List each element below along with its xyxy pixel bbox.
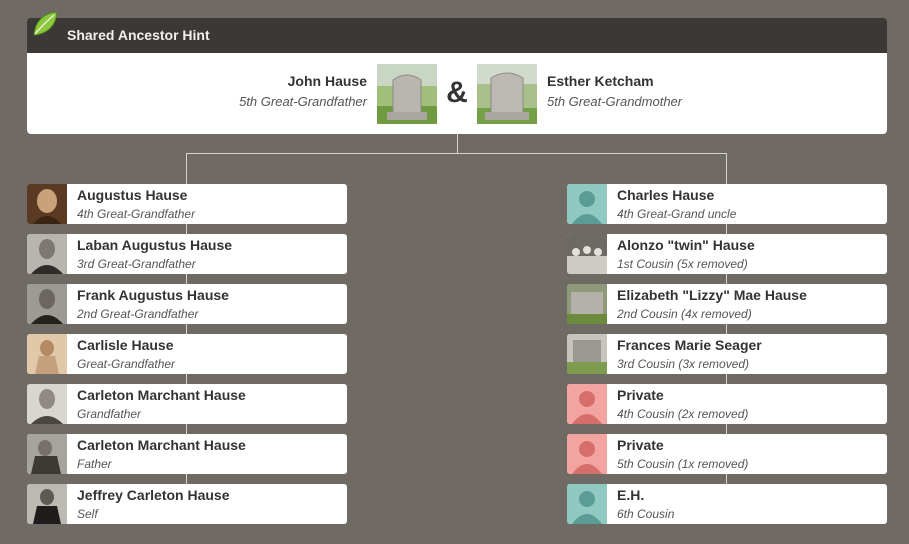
person-relation: Self: [77, 507, 98, 521]
person-photo: [27, 234, 67, 274]
person-photo: [27, 384, 67, 424]
ancestor-right[interactable]: Esther Ketcham 5th Great-Grandmother: [547, 73, 682, 109]
silhouette-icon: [567, 184, 607, 224]
person-relation: 6th Cousin: [617, 507, 675, 521]
person-name: Augustus Hause: [77, 187, 188, 203]
person-name: Frank Augustus Hause: [77, 287, 229, 303]
person-card[interactable]: Carlisle Hause Great-Grandfather: [27, 334, 347, 374]
person-photo: [27, 484, 67, 524]
silhouette-icon: [567, 484, 607, 524]
person-name: Jeffrey Carleton Hause: [77, 487, 230, 503]
person-photo: [27, 284, 67, 324]
person-card[interactable]: Private 4th Cousin (2x removed): [567, 384, 887, 424]
person-name: Frances Marie Seager: [617, 337, 762, 353]
person-relation: 2nd Cousin (4x removed): [617, 307, 752, 321]
person-relation: Father: [77, 457, 112, 471]
tree-connector-bar: [186, 153, 727, 154]
shared-ancestor-couple: John Hause 5th Great-Grandfather & Esthe…: [27, 53, 887, 134]
person-name: Laban Augustus Hause: [77, 237, 233, 253]
person-relation: 3rd Great-Grandfather: [77, 257, 196, 271]
person-relation: 3rd Cousin (3x removed): [617, 357, 750, 371]
ancestor-left-photo[interactable]: [377, 64, 437, 124]
couple-connector: &: [446, 76, 468, 109]
person-card[interactable]: Laban Augustus Hause 3rd Great-Grandfath…: [27, 234, 347, 274]
person-card[interactable]: Alonzo "twin" Hause 1st Cousin (5x remov…: [567, 234, 887, 274]
person-relation: 5th Cousin (1x removed): [617, 457, 749, 471]
panel-header: Shared Ancestor Hint: [27, 18, 887, 53]
panel-title: Shared Ancestor Hint: [67, 27, 210, 43]
person-relation: Great-Grandfather: [77, 357, 176, 371]
silhouette-icon: [567, 434, 607, 474]
person-name: E.H.: [617, 487, 645, 503]
tree-connector-stem: [457, 134, 458, 153]
person-card[interactable]: Elizabeth "Lizzy" Mae Hause 2nd Cousin (…: [567, 284, 887, 324]
person-card[interactable]: E.H. 6th Cousin: [567, 484, 887, 524]
silhouette-icon: [567, 384, 607, 424]
person-name: Private: [617, 437, 664, 453]
person-card[interactable]: Jeffrey Carleton Hause Self: [27, 484, 347, 524]
person-card[interactable]: Private 5th Cousin (1x removed): [567, 434, 887, 474]
person-name: Carlisle Hause: [77, 337, 174, 353]
person-card[interactable]: Frances Marie Seager 3rd Cousin (3x remo…: [567, 334, 887, 374]
person-card[interactable]: Charles Hause 4th Great-Grand uncle: [567, 184, 887, 224]
person-relation: 2nd Great-Grandfather: [77, 307, 199, 321]
person-name: Carleton Marchant Hause: [77, 437, 246, 453]
person-name: Elizabeth "Lizzy" Mae Hause: [617, 287, 807, 303]
leaf-logo-icon: [33, 11, 58, 36]
ancestor-right-relation: 5th Great-Grandmother: [547, 94, 683, 109]
ancestor-right-name: Esther Ketcham: [547, 73, 654, 89]
person-name: Alonzo "twin" Hause: [617, 237, 755, 253]
person-name: Carleton Marchant Hause: [77, 387, 246, 403]
person-relation: 1st Cousin (5x removed): [617, 257, 748, 271]
person-card[interactable]: Carleton Marchant Hause Grandfather: [27, 384, 347, 424]
gravestone-photo: [567, 334, 607, 374]
person-photo: [27, 184, 67, 224]
person-relation: 4th Cousin (2x removed): [617, 407, 749, 421]
person-photo: [27, 434, 67, 474]
person-card[interactable]: Carleton Marchant Hause Father: [27, 434, 347, 474]
person-name: Charles Hause: [617, 187, 715, 203]
person-photo: [27, 334, 67, 374]
person-relation: 4th Great-Grandfather: [77, 207, 196, 221]
person-card[interactable]: Frank Augustus Hause 2nd Great-Grandfath…: [27, 284, 347, 324]
person-relation: Grandfather: [77, 407, 142, 421]
ancestor-right-photo[interactable]: [477, 64, 537, 124]
person-photo: [567, 234, 607, 274]
ancestor-left-name: John Hause: [287, 73, 367, 89]
gravestone-photo: [567, 284, 607, 324]
person-relation: 4th Great-Grand uncle: [617, 207, 737, 221]
ancestor-left[interactable]: John Hause 5th Great-Grandfather: [239, 73, 367, 109]
ancestor-left-relation: 5th Great-Grandfather: [239, 94, 367, 109]
person-card[interactable]: Augustus Hause 4th Great-Grandfather: [27, 184, 347, 224]
person-name: Private: [617, 387, 664, 403]
